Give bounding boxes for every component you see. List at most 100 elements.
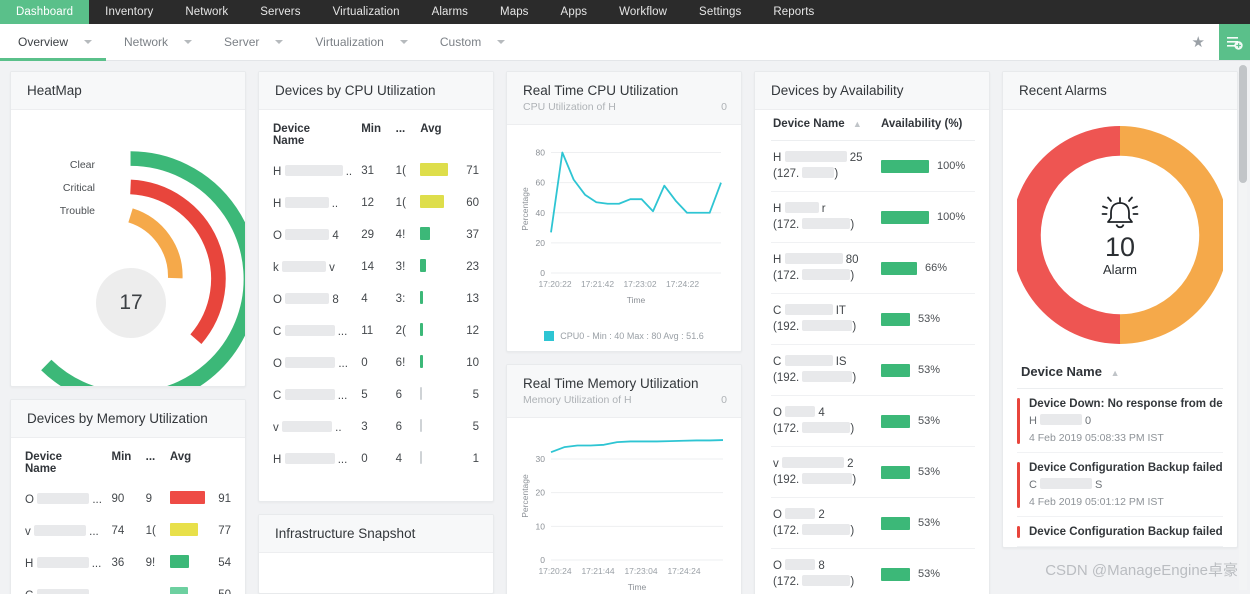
availability-row[interactable]: O 8 (172. ) 53% xyxy=(771,549,975,594)
col-avg[interactable]: Avg xyxy=(168,448,216,483)
topnav-item-reports[interactable]: Reports xyxy=(757,0,830,24)
availability-row[interactable]: H 80 (172. ) 66% xyxy=(771,243,975,294)
redacted-text xyxy=(1040,414,1082,425)
alarms-list-header[interactable]: Device Name ▲ xyxy=(1017,354,1223,389)
heatmap-legend-trouble: Trouble xyxy=(59,205,95,217)
col-min[interactable]: Min xyxy=(110,448,144,483)
table-row[interactable]: H ... 36 9! 54 xyxy=(23,547,233,579)
availability-row[interactable]: O 2 (172. ) 53% xyxy=(771,498,975,549)
cell-device-name: O 8 xyxy=(271,283,359,315)
subnav-item-network[interactable]: Network xyxy=(106,24,206,60)
vertical-scrollbar-thumb[interactable] xyxy=(1239,65,1247,183)
subnav-item-label: Server xyxy=(224,35,260,49)
col-mid[interactable]: ... xyxy=(144,448,168,483)
col-avg[interactable]: Avg xyxy=(418,120,464,155)
availability-row[interactable]: C IT (192. ) 53% xyxy=(771,294,975,345)
alarm-list-item[interactable]: Device Configuration Backup failed for 1… xyxy=(1017,517,1223,547)
alarm-list-item[interactable]: Device Down: No response from device f..… xyxy=(1017,389,1223,453)
table-row[interactable]: C ... 5 6 5 xyxy=(271,379,481,411)
subnav-item-server[interactable]: Server xyxy=(206,24,297,60)
redacted-ip xyxy=(802,218,851,229)
col-mid[interactable]: ... xyxy=(394,120,419,155)
alarm-list-item[interactable]: Device Configuration Backup failed for 1… xyxy=(1017,453,1223,517)
cell-mid: 4! xyxy=(395,229,406,241)
topnav-item-inventory[interactable]: Inventory xyxy=(89,0,169,24)
table-row[interactable]: C ... 50 xyxy=(23,579,233,594)
cell-device-name: v ... xyxy=(23,515,110,547)
y-tick-label: 40 xyxy=(536,208,546,218)
device-name-prefix: H xyxy=(25,557,34,570)
avg-bar xyxy=(420,451,423,464)
table-row[interactable]: O ... 90 9 91 xyxy=(23,483,233,515)
col-min[interactable]: Min xyxy=(359,120,393,155)
topnav-item-alarms[interactable]: Alarms xyxy=(416,0,484,24)
col-device-name[interactable]: Device Name ▲ xyxy=(773,118,881,130)
availability-row[interactable]: O 4 (172. ) 53% xyxy=(771,396,975,447)
col-device-name[interactable]: Device Name xyxy=(23,448,110,483)
subnav-item-virtualization[interactable]: Virtualization xyxy=(297,24,421,60)
cell-mid: 3! xyxy=(395,261,406,273)
device-name-prefix: v xyxy=(273,421,279,434)
table-row[interactable]: k v 14 3! 23 xyxy=(271,251,481,283)
redacted-ip xyxy=(802,575,851,586)
severity-stripe xyxy=(1017,462,1020,508)
availability-row[interactable]: C IS (192. ) 53% xyxy=(771,345,975,396)
availability-row[interactable]: H r (172. ) 100% xyxy=(771,192,975,243)
availability-row[interactable]: v 2 (192. ) 53% xyxy=(771,447,975,498)
chevron-down-icon[interactable] xyxy=(184,40,193,44)
col-availability[interactable]: Availability (%) xyxy=(881,118,962,130)
table-row[interactable]: O 4 29 4! 37 xyxy=(271,219,481,251)
topnav-item-apps[interactable]: Apps xyxy=(545,0,604,24)
table-row[interactable]: v ... 74 1(77 xyxy=(23,515,233,547)
device-name-suffix: 8 xyxy=(332,293,339,306)
availability-row[interactable]: H 25 (127. ) 100% xyxy=(771,141,975,192)
availability-percent: 53% xyxy=(918,466,941,478)
top-navigation-bar: Dashboard Inventory Network Servers Virtuali… xyxy=(0,0,1250,24)
chevron-down-icon[interactable] xyxy=(399,40,408,44)
cell-device-name: C ... xyxy=(271,315,359,347)
device-name-prefix: O xyxy=(273,293,282,306)
topnav-item-virtualization[interactable]: Virtualization xyxy=(317,0,416,24)
cell-min: 4 xyxy=(361,293,368,305)
rt-mem-line-chart: 0 10 20 30 17:20:24 17:21:44 17:23:04 17:24:24 T… xyxy=(520,439,724,592)
topnav-item-network[interactable]: Network xyxy=(169,0,244,24)
cell-mid: 2( xyxy=(395,325,406,337)
table-row[interactable]: O ... 0 6! 10 xyxy=(271,347,481,379)
topnav-item-servers[interactable]: Servers xyxy=(244,0,316,24)
widget-cpu-title: Devices by CPU Utilization xyxy=(275,83,436,98)
sort-asc-icon[interactable]: ▲ xyxy=(853,119,862,129)
table-row[interactable]: H ... 0 4 1 xyxy=(271,443,481,475)
cell-device-name: O ... xyxy=(271,347,359,379)
col-device-name[interactable]: Device Name xyxy=(271,120,359,155)
cell-min: 0 xyxy=(361,357,368,369)
subnav-item-custom[interactable]: Custom xyxy=(422,24,519,60)
table-row[interactable]: v .. 3 6 5 xyxy=(271,411,481,443)
cell-avg-bar xyxy=(168,579,216,594)
availability-percent: 66% xyxy=(925,262,948,274)
topnav-item-settings[interactable]: Settings xyxy=(683,0,757,24)
add-widget-button[interactable] xyxy=(1219,24,1250,60)
subnav-item-overview[interactable]: Overview xyxy=(0,24,107,61)
heatmap-chart: Clear Critical Trouble 17 xyxy=(11,110,245,386)
table-row[interactable]: O 8 4 3: 13 xyxy=(271,283,481,315)
vertical-scrollbar[interactable] xyxy=(1239,65,1247,590)
avg-bar xyxy=(420,355,424,368)
sort-asc-icon[interactable]: ▲ xyxy=(1111,368,1120,378)
table-row[interactable]: H .. 31 1(71 xyxy=(271,155,481,187)
availability-percent: 53% xyxy=(918,313,941,325)
cell-avg-bar xyxy=(168,483,216,515)
heatmap-donut-svg xyxy=(41,151,245,386)
bell-icon xyxy=(1101,196,1139,229)
chevron-down-icon[interactable] xyxy=(497,40,506,44)
table-row[interactable]: C ... 11 2(12 xyxy=(271,315,481,347)
favorite-star-icon[interactable]: ★ xyxy=(1178,24,1219,60)
topnav-item-dashboard[interactable]: Dashboard xyxy=(0,0,90,24)
topnav-item-maps[interactable]: Maps xyxy=(484,0,545,24)
topnav-item-workflow[interactable]: Workflow xyxy=(603,0,683,24)
chevron-down-icon[interactable] xyxy=(84,40,93,44)
chevron-down-icon[interactable] xyxy=(275,40,284,44)
table-row[interactable]: H .. 12 1(60 xyxy=(271,187,481,219)
widget-rt-cpu-title: Real Time CPU Utilization xyxy=(523,83,679,98)
cell-avg-value: 50 xyxy=(216,579,233,594)
cell-min: 3 xyxy=(361,421,368,433)
